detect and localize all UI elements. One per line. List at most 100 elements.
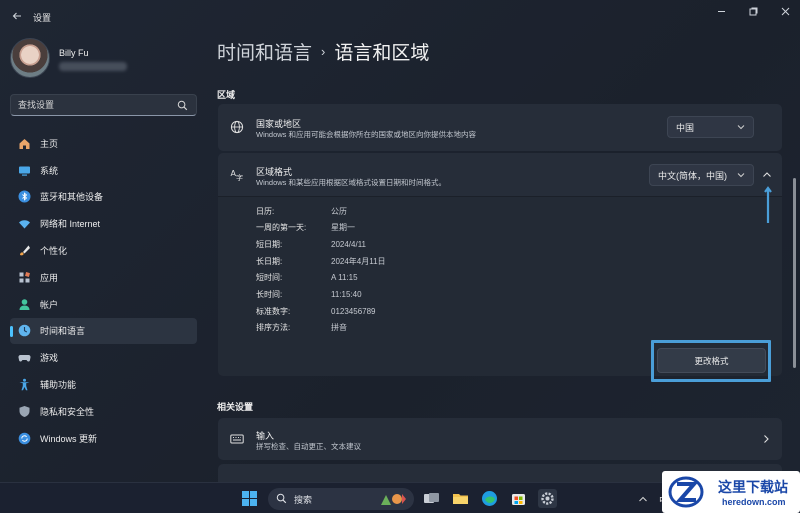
store-icon xyxy=(512,494,525,505)
sidebar-nav: 主页 系统 蓝牙和其他设备 网络和 Internet 个性化 应用 帐户 时间和… xyxy=(10,130,197,452)
chevron-right-icon xyxy=(764,435,769,443)
language-format-icon: A字 xyxy=(231,169,244,181)
breadcrumb: 时间和语言 › 语言和区域 xyxy=(217,38,429,65)
breadcrumb-parent[interactable]: 时间和语言 xyxy=(217,38,312,65)
sidebar-item-label: 蓝牙和其他设备 xyxy=(40,192,104,203)
close-button[interactable] xyxy=(774,4,796,18)
settings-app-button[interactable] xyxy=(538,489,557,508)
sidebar-item-time-language[interactable]: 时间和语言 xyxy=(10,317,197,345)
back-arrow-icon xyxy=(12,12,21,20)
gamepad-icon xyxy=(17,351,31,365)
sidebar-item-home[interactable]: 主页 xyxy=(10,130,197,157)
keyboard-icon xyxy=(230,434,244,444)
app-title: 设置 xyxy=(33,13,52,23)
chevron-up-icon[interactable] xyxy=(762,170,772,180)
sidebar-item-label: 网络和 Internet xyxy=(40,219,101,230)
sidebar-item-label: 主页 xyxy=(40,138,59,149)
task-view-button[interactable] xyxy=(422,489,441,508)
maximize-button[interactable] xyxy=(742,4,764,18)
sidebar-item-accounts[interactable]: 帐户 xyxy=(10,291,197,318)
profile-name: Billy Fu xyxy=(59,48,89,58)
watermark-logo-icon xyxy=(668,476,704,508)
store-button[interactable] xyxy=(509,489,528,508)
avatar xyxy=(10,38,50,78)
sidebar-item-label: 应用 xyxy=(40,272,59,283)
format-value: 拼音 xyxy=(331,323,347,333)
wifi-icon xyxy=(17,217,31,231)
chevron-up-icon[interactable] xyxy=(638,495,648,503)
format-row-sort: 排序方法: 拼音 xyxy=(256,320,347,336)
minimize-button[interactable] xyxy=(710,4,732,18)
regional-format-subtitle: Windows 和某些应用根据区域格式设置日期和时间格式。 xyxy=(256,178,447,187)
svg-text:字: 字 xyxy=(236,173,243,181)
sidebar-item-privacy[interactable]: 隐私和安全性 xyxy=(10,398,197,425)
system-icon xyxy=(17,163,31,177)
sidebar-item-apps[interactable]: 应用 xyxy=(10,264,197,291)
sidebar-item-system[interactable]: 系统 xyxy=(10,157,197,184)
format-row-number: 标准数字: 0123456789 xyxy=(256,303,376,319)
user-profile[interactable]: Billy Fu xyxy=(10,38,200,80)
breadcrumb-separator: › xyxy=(321,44,326,59)
sidebar-item-label: 系统 xyxy=(40,165,59,176)
highlight-annotation-box xyxy=(651,340,771,382)
site-watermark: 这里下载站 heredown.com xyxy=(662,471,800,513)
chevron-down-icon xyxy=(737,173,745,178)
regional-format-dropdown-value: 中文(简体，中国) xyxy=(658,170,727,181)
time-language-icon xyxy=(17,324,31,338)
close-icon xyxy=(781,7,789,15)
format-key: 标准数字: xyxy=(256,306,291,316)
taskbar-search-label: 搜索 xyxy=(294,494,313,505)
search-highlight-icon xyxy=(381,494,406,505)
format-value: 0123456789 xyxy=(331,306,376,316)
format-key: 短日期: xyxy=(256,239,283,249)
shield-icon xyxy=(17,404,31,418)
home-icon xyxy=(17,136,31,150)
sidebar-item-network[interactable]: 网络和 Internet xyxy=(10,210,197,237)
country-dropdown[interactable]: 中国 xyxy=(667,116,754,138)
edge-browser-button[interactable] xyxy=(480,489,499,508)
sidebar-item-bluetooth[interactable]: 蓝牙和其他设备 xyxy=(10,184,197,211)
format-value: 公历 xyxy=(331,206,347,216)
watermark-url: heredown.com xyxy=(722,497,786,507)
format-value: A 11:15 xyxy=(331,273,358,283)
search-input[interactable] xyxy=(18,98,173,112)
sidebar-item-label: 游戏 xyxy=(40,353,59,364)
format-value: 11:15:40 xyxy=(331,290,362,299)
back-button[interactable] xyxy=(8,7,26,25)
format-key: 长日期: xyxy=(256,256,283,266)
regional-format-dropdown[interactable]: 中文(简体，中国) xyxy=(649,164,754,186)
format-row-first-day: 一周的第一天: 星期一 xyxy=(256,220,355,236)
update-icon xyxy=(17,431,31,445)
globe-icon xyxy=(230,120,244,134)
file-explorer-button[interactable] xyxy=(451,489,470,508)
brush-icon xyxy=(17,244,31,258)
settings-search[interactable] xyxy=(10,94,197,116)
annotation-arrow-icon xyxy=(764,186,772,223)
restore-icon xyxy=(749,7,757,15)
title-bar: 设置 xyxy=(0,0,800,32)
gear-icon xyxy=(541,492,554,505)
taskbar-search[interactable]: 搜索 xyxy=(268,488,414,510)
format-value: 2024年4月11日 xyxy=(331,256,386,266)
sidebar-item-label: 帐户 xyxy=(40,299,59,310)
sidebar-item-label: 时间和语言 xyxy=(40,326,86,337)
profile-email-blurred xyxy=(59,62,127,71)
country-region-subtitle: Windows 和应用可能会根据你所在的国家或地区向你提供本地内容 xyxy=(256,130,477,139)
sidebar-item-accessibility[interactable]: 辅助功能 xyxy=(10,371,197,398)
scrollbar[interactable] xyxy=(793,178,796,368)
format-key: 一周的第一天: xyxy=(256,223,307,233)
sidebar-item-windows-update[interactable]: Windows 更新 xyxy=(10,425,197,452)
task-view-icon xyxy=(424,493,439,503)
sidebar-item-label: Windows 更新 xyxy=(40,433,98,444)
input-subtitle: 拼写检查、自动更正、文本建议 xyxy=(256,442,361,451)
format-key: 日历: xyxy=(256,206,275,216)
format-value: 2024/4/11 xyxy=(331,239,366,249)
input-settings-card[interactable]: 输入 拼写检查、自动更正、文本建议 xyxy=(218,418,782,460)
sidebar-item-gaming[interactable]: 游戏 xyxy=(10,344,197,371)
format-row-short-time: 短时间: A 11:15 xyxy=(256,270,358,286)
start-button[interactable] xyxy=(240,489,259,508)
search-icon xyxy=(177,100,188,111)
format-row-short-date: 短日期: 2024/4/11 xyxy=(256,236,366,252)
page-title: 语言和区域 xyxy=(334,43,430,64)
sidebar-item-personalization[interactable]: 个性化 xyxy=(10,237,197,264)
